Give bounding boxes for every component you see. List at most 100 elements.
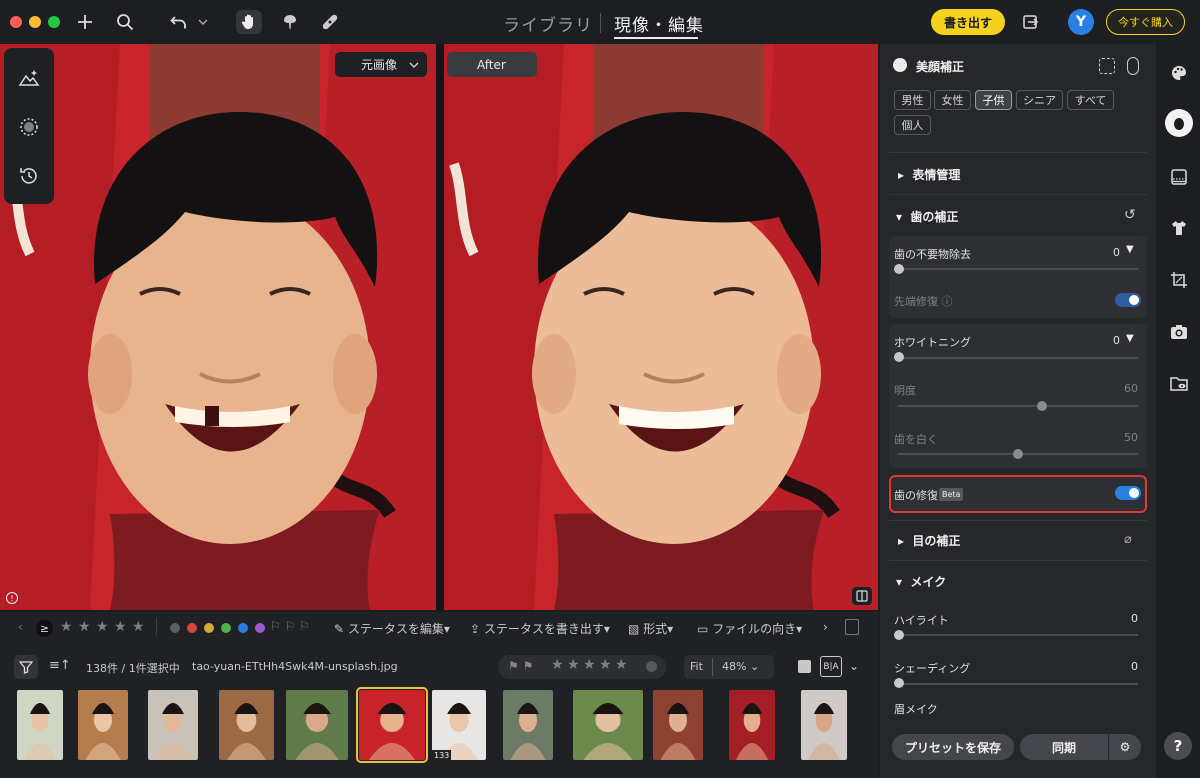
palette-icon[interactable] [1167, 61, 1191, 85]
export-status-button[interactable]: ⇪ ステータスを書き出す▾ [470, 620, 610, 637]
color-label-none[interactable] [170, 623, 180, 633]
rating-star-2[interactable]: ★ [78, 619, 91, 635]
caret-down-icon[interactable]: ▼ [1126, 333, 1134, 344]
teeth-removal-value[interactable]: 0 [1090, 246, 1120, 259]
search-icon[interactable] [112, 10, 138, 34]
teeth-repair-toggle[interactable] [1115, 486, 1141, 500]
makeup-section[interactable]: ▾ メイク [896, 573, 946, 590]
slider-knob[interactable] [894, 678, 904, 688]
shading-slider[interactable] [898, 683, 1138, 685]
window-zoom-button[interactable] [48, 16, 60, 28]
zoom-select[interactable]: 48% ⌄ [722, 660, 759, 673]
plus-icon[interactable] [72, 10, 98, 34]
color-label-purple[interactable] [255, 623, 265, 633]
gradient-icon[interactable] [1167, 165, 1191, 189]
history-icon[interactable] [4, 156, 54, 196]
thumbnail-6[interactable] [356, 687, 428, 763]
face-detect-icon[interactable] [1099, 58, 1115, 74]
camera-icon[interactable] [1167, 320, 1191, 344]
thumbnail-11[interactable] [729, 690, 775, 760]
thumbnail-4[interactable] [219, 690, 274, 760]
slider-knob[interactable] [894, 352, 904, 362]
rating-star-1[interactable]: ★ [60, 619, 73, 635]
export-button[interactable]: 書き出す [931, 9, 1005, 35]
slider-knob[interactable] [894, 630, 904, 640]
quick-star-4[interactable]: ★ [599, 657, 612, 673]
trash-icon[interactable] [845, 619, 859, 635]
rating-star-4[interactable]: ★ [114, 619, 127, 635]
highlight-value[interactable]: 0 [1108, 612, 1138, 625]
thumbnail-3[interactable] [148, 690, 198, 760]
thumbnail-9[interactable] [573, 690, 643, 760]
brightness-value[interactable]: 60 [1108, 382, 1138, 395]
before-image[interactable] [0, 44, 436, 610]
quick-star-5[interactable]: ★ [615, 657, 628, 673]
reset-icon[interactable] [1127, 57, 1139, 75]
before-after-view-icon[interactable]: B|A [820, 656, 842, 677]
eye-off-icon[interactable]: ⌀ [1124, 532, 1132, 547]
landscape-ai-icon[interactable] [4, 58, 54, 98]
chevron-down-icon[interactable] [192, 10, 214, 34]
avatar[interactable]: Y [1068, 9, 1094, 35]
save-preset-button[interactable]: プリセットを保存 [892, 734, 1014, 760]
crop-icon[interactable] [1167, 268, 1191, 292]
hand-icon[interactable] [236, 10, 262, 34]
chip-child[interactable]: 子供 [975, 90, 1012, 110]
chip-male[interactable]: 男性 [894, 90, 931, 110]
folder-eye-icon[interactable] [1167, 371, 1191, 395]
radial-icon[interactable] [4, 107, 54, 147]
window-minimize-button[interactable] [29, 16, 41, 28]
color-label-yellow[interactable] [204, 623, 214, 633]
undo-icon[interactable] [166, 10, 192, 34]
thumbnail-10[interactable] [653, 690, 703, 760]
eye-section[interactable]: ▸ 目の補正 [898, 532, 960, 549]
fit-button[interactable]: Fit [690, 660, 703, 673]
whitening-slider[interactable] [898, 357, 1138, 359]
info-icon[interactable]: ! [6, 592, 18, 604]
flag-icons[interactable]: ⚐ ⚐ ⚐ [270, 619, 310, 633]
quick-star-3[interactable]: ★ [583, 657, 596, 673]
sync-settings-icon[interactable]: ⚙ [1109, 734, 1141, 760]
chip-female[interactable]: 女性 [934, 90, 971, 110]
chip-all[interactable]: すべて [1067, 90, 1114, 110]
filter-icon[interactable] [14, 655, 38, 679]
bandage-icon[interactable] [317, 10, 343, 34]
edit-status-button[interactable]: ✎ ステータスを編集▾ [334, 620, 450, 637]
compare-view-icon[interactable] [852, 587, 872, 605]
color-label-green[interactable] [221, 623, 231, 633]
teeth-removal-slider[interactable] [898, 268, 1138, 270]
after-image[interactable] [444, 44, 878, 610]
highlight-slider[interactable] [898, 634, 1138, 636]
chip-personal[interactable]: 個人 [894, 115, 931, 135]
tab-library[interactable]: ライブラリ [503, 11, 593, 36]
chip-senior[interactable]: シニア [1016, 90, 1063, 110]
buy-now-button[interactable]: 今すぐ購入 [1106, 9, 1185, 35]
sort-icon[interactable]: ≡↑ [49, 658, 71, 673]
quick-star-2[interactable]: ★ [567, 657, 580, 673]
face-icon[interactable] [1165, 109, 1193, 137]
tip-repair-toggle[interactable] [1115, 293, 1141, 307]
slider-knob[interactable] [1037, 401, 1047, 411]
chevron-down-icon[interactable]: ⌄ [849, 659, 859, 673]
rating-star-5[interactable]: ★ [132, 619, 145, 635]
whiten-value[interactable]: 50 [1108, 431, 1138, 444]
teeth-section[interactable]: ▾ 歯の補正 [896, 208, 958, 225]
caret-down-icon[interactable]: ▼ [1126, 244, 1134, 255]
shirt-icon[interactable] [1167, 216, 1191, 240]
sidebar-toggle-icon[interactable] [1018, 10, 1044, 34]
brightness-slider[interactable] [898, 405, 1138, 407]
thumbnail-8[interactable] [503, 690, 553, 760]
quick-color-label[interactable] [646, 661, 657, 672]
thumbnail-12[interactable] [801, 690, 847, 760]
whitening-value[interactable]: 0 [1090, 334, 1120, 347]
brush-icon[interactable] [277, 10, 303, 34]
split-divider[interactable] [436, 44, 444, 610]
reset-icon[interactable]: ↺ [1124, 207, 1136, 223]
slider-knob[interactable] [1013, 449, 1023, 459]
help-button[interactable]: ? [1164, 732, 1192, 760]
format-button[interactable]: ▧ 形式▾ [628, 620, 673, 637]
slider-knob[interactable] [894, 264, 904, 274]
window-close-button[interactable] [10, 16, 22, 28]
orientation-button[interactable]: ▭ ファイルの向き▾ [697, 620, 802, 637]
thumbnail-5[interactable] [286, 690, 348, 760]
